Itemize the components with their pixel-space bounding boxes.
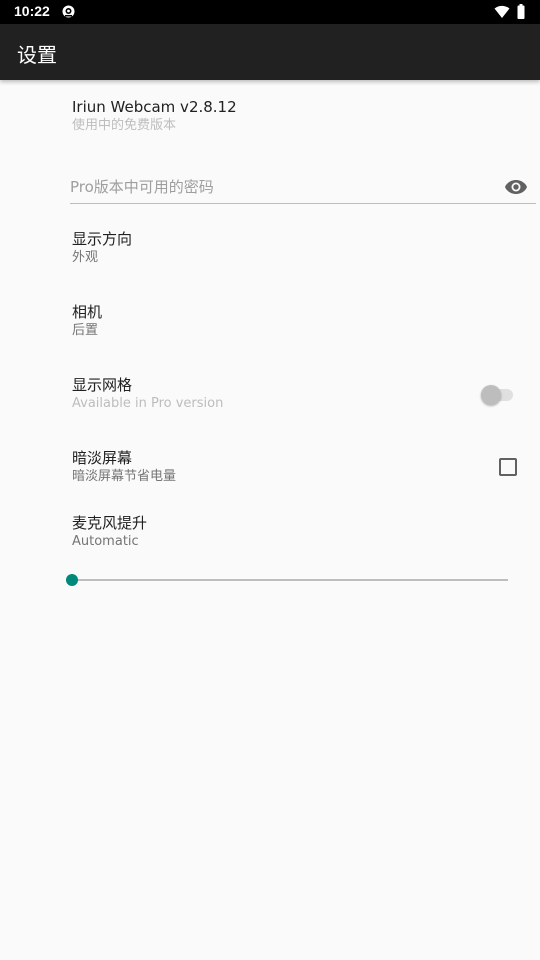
dim-preference[interactable]: 暗淡屏幕 暗淡屏幕节省电量 [72, 448, 176, 486]
dim-title: 暗淡屏幕 [72, 449, 133, 467]
status-bar: 10:22 [0, 0, 540, 24]
version-summary: 使用中的免费版本 [72, 118, 177, 133]
version-title: Iriun Webcam v2.8.12 [72, 98, 237, 116]
mic-preference: 麦克风提升 Automatic [72, 513, 147, 551]
grid-preference[interactable]: 显示网格 Available in Pro version [72, 375, 223, 413]
orientation-preference[interactable]: 显示方向 外观 [72, 229, 132, 267]
camera-preference[interactable]: 相机 后置 [72, 302, 102, 340]
mic-title: 麦克风提升 [72, 514, 148, 532]
app-bar: 设置 [0, 24, 540, 80]
eye-icon[interactable] [504, 178, 528, 196]
page-title: 设置 [17, 43, 57, 67]
slider-thumb[interactable] [66, 574, 78, 586]
battery-icon [517, 4, 525, 19]
orientation-title: 显示方向 [72, 230, 133, 248]
grid-summary: Available in Pro version [72, 396, 224, 411]
notification-icon [62, 5, 75, 18]
password-field[interactable] [70, 172, 536, 204]
camera-summary: 后置 [72, 323, 99, 338]
status-time: 10:22 [14, 3, 50, 19]
dim-checkbox[interactable] [499, 458, 517, 476]
grid-title: 显示网格 [72, 376, 133, 394]
camera-title: 相机 [72, 303, 103, 321]
password-input[interactable] [70, 172, 490, 202]
orientation-summary: 外观 [72, 250, 99, 265]
mic-summary: Automatic [72, 534, 139, 549]
wifi-icon [494, 5, 510, 18]
version-preference: Iriun Webcam v2.8.12 使用中的免费版本 [72, 97, 237, 135]
slider-track [72, 579, 508, 581]
toggle-thumb [481, 385, 501, 405]
dim-summary: 暗淡屏幕节省电量 [72, 469, 177, 484]
mic-slider[interactable] [66, 570, 510, 590]
grid-toggle[interactable] [481, 385, 513, 405]
